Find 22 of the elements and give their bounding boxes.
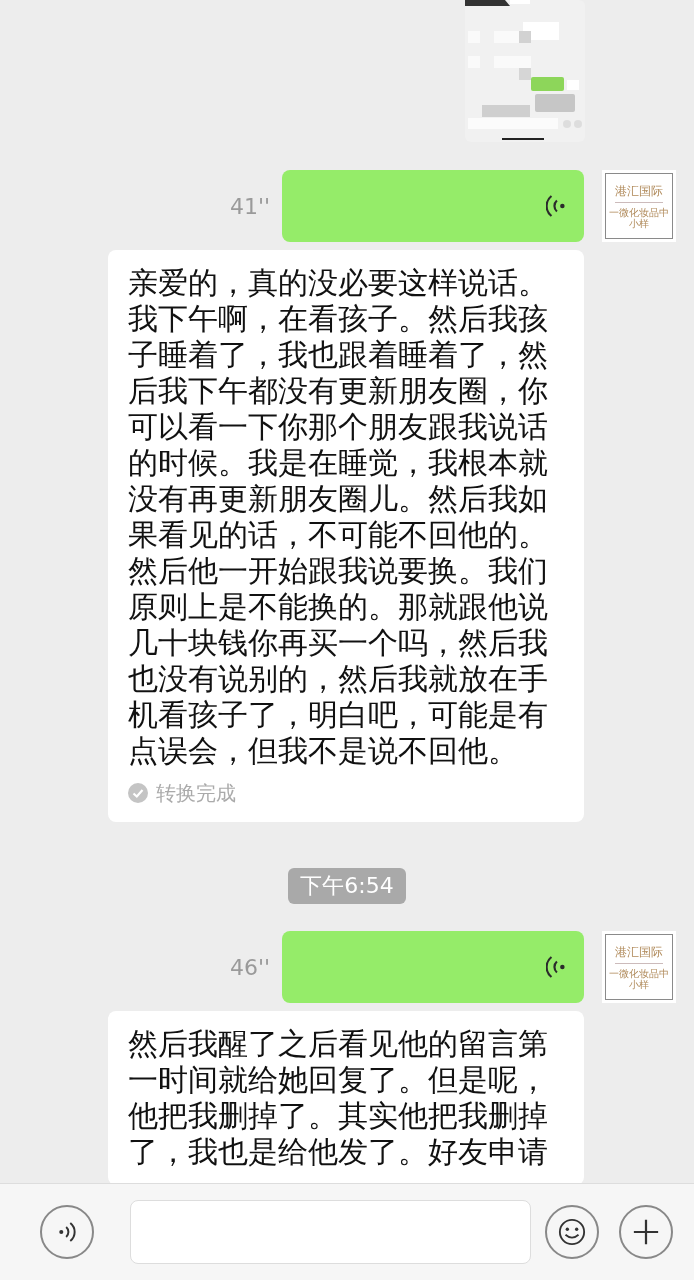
- timestamp: 下午6:54: [288, 868, 406, 904]
- voice-wave-icon: [546, 194, 566, 218]
- avatar-title: 港汇国际: [615, 944, 663, 964]
- smiley-icon: [558, 1218, 586, 1246]
- voice-duration: 41'': [229, 193, 270, 219]
- conversion-status: 转换完成: [156, 779, 236, 807]
- transcript-text: 亲爱的，真的没必要这样说话。我下午啊，在看孩子。然后我孩子睡着了，我也跟着睡着了，然后我下午都没有更新朋友圈，你可以看一下你那个朋友跟我说话的时候。我是在睡觉，我根本就没有再更新朋友圈儿。然后我如果看见的话，不可能不回他的。然后他一开始跟我说要换。我们原则上是不能换的。那就跟他说几十块钱你再买一个吗，然后我也没有说别的，然后我就放在手机看孩子了，明白吧，可能是有点误会，但我不是说不回他。: [128, 265, 549, 769]
- check-icon: [128, 783, 148, 803]
- message-input-field[interactable]: [130, 1200, 531, 1264]
- voice-duration: 46'': [229, 954, 270, 980]
- avatar-title: 港汇国际: [615, 183, 663, 203]
- voice-wave-icon: [58, 1221, 76, 1243]
- voice-wave-icon: [546, 955, 566, 979]
- avatar[interactable]: 港汇国际 一微化妆品中小样: [602, 931, 676, 1003]
- add-button[interactable]: [619, 1205, 673, 1259]
- emoji-button[interactable]: [545, 1205, 599, 1259]
- voice-input-button[interactable]: [40, 1205, 94, 1259]
- avatar[interactable]: 港汇国际 一微化妆品中小样: [602, 170, 676, 242]
- transcript-text: 然后我醒了之后看见他的留言第一时间就给她回复了。但是呢，他把我删掉了。其实他把我删掉了，我也是给他发了。好友申请: [128, 1026, 549, 1170]
- avatar-subtitle: 一微化妆品中小样: [608, 207, 670, 229]
- avatar-subtitle: 一微化妆品中小样: [608, 968, 670, 990]
- plus-icon: [632, 1218, 660, 1246]
